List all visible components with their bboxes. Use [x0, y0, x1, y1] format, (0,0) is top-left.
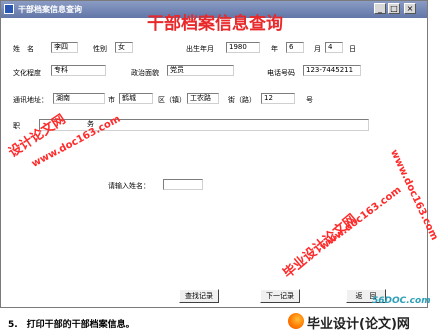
- phone-field[interactable]: 123-7445211: [303, 65, 361, 76]
- gender-label: 性别: [93, 45, 107, 53]
- year-unit: 年: [271, 45, 278, 53]
- phone-label: 电话号码: [267, 69, 295, 77]
- birth-label: 出生年月: [186, 45, 214, 53]
- name-field[interactable]: 李四: [51, 42, 78, 53]
- caption: 5. 打印干部的干部档案信息。: [8, 320, 135, 330]
- house-label: 号: [306, 96, 313, 104]
- birth-year-field[interactable]: 1980: [226, 42, 260, 53]
- street-label: 街（路）: [228, 96, 256, 104]
- gender-field[interactable]: 女: [115, 42, 133, 53]
- address-label: 通讯地址：: [13, 96, 48, 104]
- name-label: 姓 名: [13, 45, 34, 53]
- education-label: 文化程度: [13, 69, 41, 77]
- footer-site: 56DOC.com: [372, 296, 431, 306]
- politics-label: 政治面貌: [131, 69, 159, 77]
- city-label: 市: [108, 96, 115, 104]
- town-field[interactable]: 工农路: [187, 93, 219, 104]
- form-heading: 干部档案信息查询: [147, 14, 283, 34]
- birth-day-field[interactable]: 4: [325, 42, 343, 53]
- search-input[interactable]: [163, 179, 203, 190]
- province-field[interactable]: 湖南: [53, 93, 105, 104]
- education-field[interactable]: 专科: [51, 65, 106, 76]
- logo-text: 毕业设计(论文)网: [307, 317, 410, 332]
- logo-icon: [288, 313, 304, 329]
- day-unit: 日: [349, 45, 356, 53]
- month-unit: 月: [314, 45, 321, 53]
- search-label: 请输入姓名：: [108, 182, 150, 190]
- query-button[interactable]: 查找记录: [179, 289, 219, 303]
- politics-field[interactable]: 党员: [167, 65, 234, 76]
- next-record-button[interactable]: 下一记录: [260, 289, 300, 303]
- district-field[interactable]: 鹤城: [119, 93, 153, 104]
- house-number-field[interactable]: 12: [261, 93, 295, 104]
- district-label: 区（镇）: [158, 96, 186, 104]
- notes-label: 职: [13, 122, 20, 130]
- birth-month-field[interactable]: 6: [286, 42, 304, 53]
